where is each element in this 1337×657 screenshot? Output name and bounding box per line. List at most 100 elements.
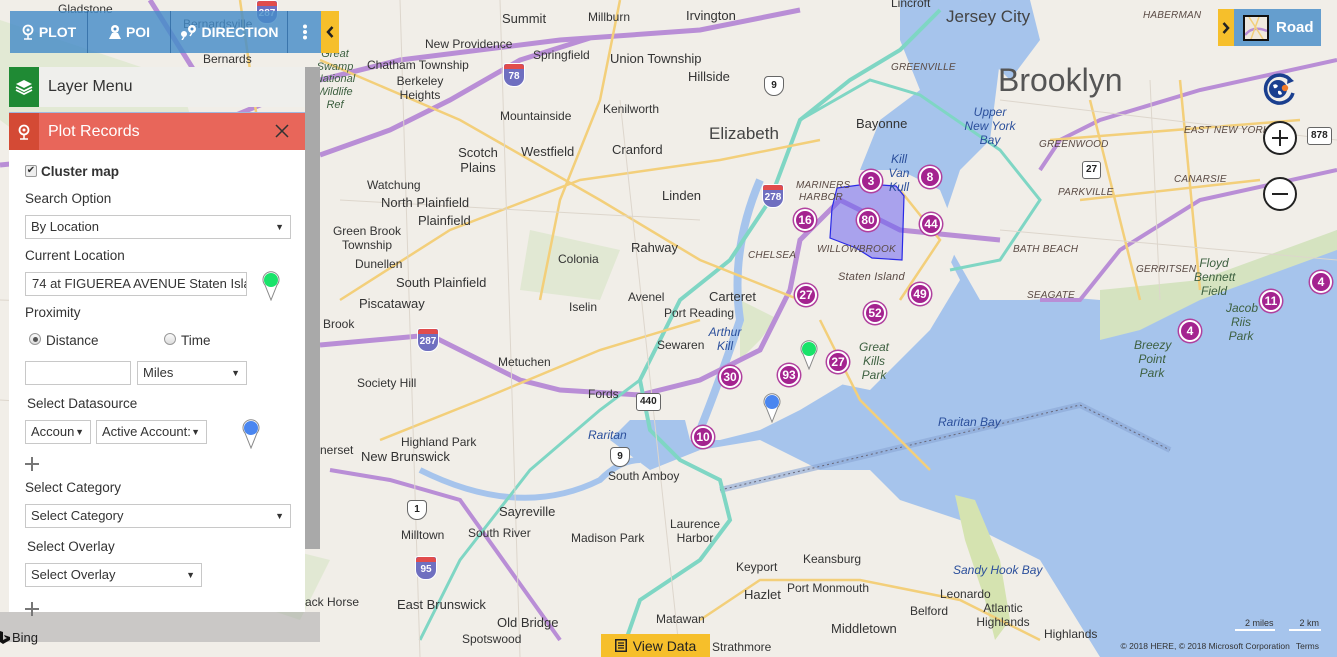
place-label: Westfield xyxy=(521,144,575,159)
dropdown-arrow-icon: ▼ xyxy=(275,222,284,232)
time-radio[interactable] xyxy=(164,333,176,345)
layer-menu-header[interactable]: Layer Menu xyxy=(9,67,305,107)
current-location-pin-icon[interactable] xyxy=(799,340,819,370)
more-button[interactable] xyxy=(288,11,321,53)
cluster-marker[interactable]: 44 xyxy=(920,213,942,235)
add-overlay-icon[interactable] xyxy=(25,602,39,616)
place-label: Union Township xyxy=(610,51,702,66)
datasource-view-select[interactable]: Active Account: ▼ xyxy=(96,420,207,444)
plot-button[interactable]: PLOT xyxy=(10,11,88,53)
dropdown-arrow-icon: ▼ xyxy=(275,511,284,521)
place-label: Summit xyxy=(502,11,547,26)
dropdown-arrow-icon: ▼ xyxy=(191,427,200,437)
place-label: WILLOWBROOK xyxy=(817,244,896,255)
place-label: nerset xyxy=(320,443,354,457)
view-data-button[interactable]: View Data xyxy=(601,634,710,657)
direction-button[interactable]: DIRECTION xyxy=(171,11,288,53)
distance-radio[interactable] xyxy=(29,333,41,345)
map-type-road-button[interactable]: Road xyxy=(1234,9,1321,46)
chevron-right-icon xyxy=(1222,21,1230,34)
zoom-out-icon[interactable] xyxy=(1263,177,1297,211)
place-label: Staten Island xyxy=(838,271,905,283)
add-datasource-icon[interactable] xyxy=(25,457,39,471)
place-label: Mountainside xyxy=(500,109,572,123)
place-label: Kill Van Kull xyxy=(888,152,910,194)
zoom-in-icon[interactable] xyxy=(1263,121,1297,155)
place-label: Floyd Bennett Field xyxy=(1194,256,1236,298)
cluster-marker[interactable]: 30 xyxy=(719,366,741,388)
cluster-marker[interactable]: 16 xyxy=(794,209,816,231)
overlay-label: Select Overlay xyxy=(27,539,115,554)
place-label: SEAGATE xyxy=(1027,290,1075,301)
datasource-view-value: Active Account: xyxy=(102,424,191,439)
place-label: Piscataway xyxy=(359,296,425,311)
place-label: Laurence Harbor xyxy=(670,517,721,545)
datasource-pin-icon[interactable] xyxy=(241,419,261,449)
cluster-marker[interactable]: 52 xyxy=(864,302,886,324)
place-label: North Plainfield xyxy=(381,195,470,210)
cluster-marker[interactable]: 4 xyxy=(1310,271,1332,293)
locate-globe-icon[interactable] xyxy=(1261,71,1297,107)
plot-records-form: ✔ Cluster map Search Option By Location ▼… xyxy=(9,150,305,616)
cluster-map-checkbox[interactable]: ✔ xyxy=(25,165,37,177)
place-label: Raritan Bay xyxy=(938,415,1001,429)
place-label: Atlantic Highlands xyxy=(976,601,1030,629)
terms-link[interactable]: Terms xyxy=(1296,641,1319,651)
place-label: Highlands xyxy=(1044,627,1098,641)
datasource-pin-icon[interactable] xyxy=(762,393,782,423)
cluster-marker[interactable]: 3 xyxy=(860,170,882,192)
datasource-entity-select[interactable]: Accoun ▼ xyxy=(25,420,91,444)
plot-label: PLOT xyxy=(38,24,77,40)
place-label: Dunellen xyxy=(355,257,403,271)
place-label: Iselin xyxy=(569,300,598,314)
place-label: Avenel xyxy=(628,290,665,304)
place-label: Jacob Riis Park xyxy=(1226,301,1259,343)
cluster-marker[interactable]: 80 xyxy=(857,209,879,231)
place-label: Sayreville xyxy=(499,504,556,519)
place-label: New Providence xyxy=(425,37,513,51)
current-location-input[interactable]: 74 at FIGUEREA AVENUE Staten Islan xyxy=(25,272,247,296)
datasource-entity-value: Accoun xyxy=(31,424,75,439)
cluster-marker[interactable]: 8 xyxy=(919,166,941,188)
place-label: CANARSIE xyxy=(1174,174,1227,185)
panel-scrollbar[interactable] xyxy=(305,67,320,549)
bing-logo[interactable]: Bing xyxy=(0,630,38,645)
place-label: Keansburg xyxy=(803,552,862,566)
search-option-select[interactable]: By Location ▼ xyxy=(25,215,291,239)
poi-button[interactable]: POI xyxy=(88,11,171,53)
place-label: Keyport xyxy=(736,560,778,574)
proximity-unit-select[interactable]: Miles ▼ xyxy=(137,361,247,385)
proximity-unit-value: Miles xyxy=(143,365,174,380)
close-icon[interactable] xyxy=(273,122,291,140)
cluster-marker[interactable]: 11 xyxy=(1260,290,1282,312)
place-label: Arthur Kill xyxy=(708,325,742,353)
bing-label: Bing xyxy=(12,630,39,645)
cluster-marker[interactable]: 10 xyxy=(692,426,714,448)
toolbar-collapse-button[interactable] xyxy=(321,11,339,53)
place-label: Brooklyn xyxy=(998,62,1123,98)
overlay-value: Select Overlay xyxy=(31,567,116,582)
current-location-pin-icon[interactable] xyxy=(261,271,281,301)
cluster-marker[interactable]: 27 xyxy=(827,351,849,373)
current-location-label: Current Location xyxy=(25,248,125,263)
dropdown-arrow-icon: ▼ xyxy=(186,570,195,580)
map-type-collapse-button[interactable] xyxy=(1218,9,1234,46)
proximity-value-input[interactable] xyxy=(25,361,131,385)
search-option-value: By Location xyxy=(31,219,99,234)
dropdown-arrow-icon: ▼ xyxy=(75,427,84,437)
place-label: Bayonne xyxy=(856,116,908,131)
more-vertical-icon xyxy=(302,24,307,40)
interstate-shield: 287 xyxy=(417,328,439,352)
place-label: Strathmore xyxy=(712,640,772,654)
category-label: Select Category xyxy=(25,480,122,495)
cluster-marker[interactable]: 49 xyxy=(909,283,931,305)
cluster-marker[interactable]: 93 xyxy=(778,364,800,386)
overlay-select[interactable]: Select Overlay ▼ xyxy=(25,563,202,587)
us-route-shield: 9 xyxy=(610,447,630,467)
place-label: Highland Park xyxy=(401,435,477,449)
us-route-shield: 1 xyxy=(407,500,427,520)
cluster-marker[interactable]: 27 xyxy=(795,284,817,306)
place-label: GREENVILLE xyxy=(891,62,956,73)
cluster-marker[interactable]: 4 xyxy=(1179,320,1201,342)
category-select[interactable]: Select Category ▼ xyxy=(25,504,291,528)
